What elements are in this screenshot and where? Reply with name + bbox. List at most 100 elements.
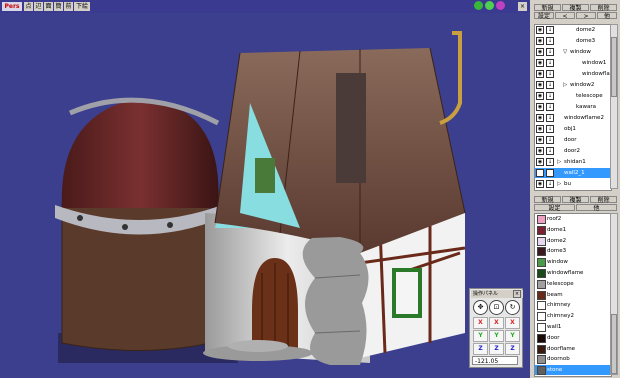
object-panel-button[interactable]: 複製: [562, 4, 589, 12]
lock-icon[interactable]: ↓: [546, 48, 554, 56]
object-scrollbar[interactable]: [610, 24, 618, 189]
visibility-icon[interactable]: ◉: [536, 114, 544, 122]
axis-x-button[interactable]: X: [505, 317, 520, 329]
material-item[interactable]: window: [535, 257, 611, 268]
tree-item[interactable]: ◉ ↓ telescope: [535, 91, 611, 101]
value-field[interactable]: -121.05: [472, 356, 518, 365]
scale-icon[interactable]: ⊡: [489, 300, 504, 315]
tree-item[interactable]: ◉ ↓ window1: [535, 58, 611, 68]
tree-item[interactable]: ◉ ↓ windowfla: [535, 69, 611, 79]
visibility-icon[interactable]: ◉: [536, 70, 544, 78]
visibility-icon[interactable]: ◉: [536, 180, 544, 188]
axis-y-button[interactable]: Y: [505, 330, 520, 342]
axis-z-button[interactable]: Z: [505, 343, 520, 355]
material-item[interactable]: door: [535, 333, 611, 343]
tree-item[interactable]: ◉ ↓ ▽ window: [535, 47, 611, 57]
material-item[interactable]: beam: [535, 290, 611, 300]
expand-icon[interactable]: ▷: [557, 179, 561, 189]
tree-item[interactable]: ◉ ↓ door: [535, 135, 611, 145]
object-panel-button[interactable]: <: [555, 12, 575, 20]
material-item[interactable]: doorflame: [535, 344, 611, 354]
expand-icon[interactable]: ▽: [563, 47, 567, 57]
close-icon[interactable]: ×: [518, 2, 527, 11]
tree-item[interactable]: ◉ ↓ door2: [535, 146, 611, 156]
object-panel-button[interactable]: >: [576, 12, 596, 20]
toolbar-button[interactable]: 点: [24, 2, 33, 11]
visibility-icon[interactable]: ◉: [536, 26, 544, 34]
material-scrollbar[interactable]: [610, 213, 618, 375]
lock-icon[interactable]: ↓: [546, 26, 554, 34]
visibility-icon[interactable]: ◉: [536, 48, 544, 56]
material-item[interactable]: chimney2: [535, 311, 611, 322]
material-panel-button[interactable]: 複製: [562, 196, 589, 204]
lock-icon[interactable]: ↓: [546, 59, 554, 67]
material-item[interactable]: wall1: [535, 322, 611, 332]
visibility-icon[interactable]: ◉: [536, 136, 544, 144]
visibility-icon[interactable]: ◉: [536, 169, 544, 177]
lock-icon[interactable]: ↓: [546, 103, 554, 111]
expand-icon[interactable]: ▷: [563, 80, 567, 90]
axis-y-button[interactable]: Y: [489, 330, 504, 342]
material-item[interactable]: dome2: [535, 236, 611, 246]
view-mode-button[interactable]: Pers: [2, 2, 22, 11]
lock-icon[interactable]: ↓: [546, 180, 554, 188]
visibility-icon[interactable]: ◉: [536, 125, 544, 133]
axis-y-button[interactable]: Y: [473, 330, 488, 342]
rotate-icon[interactable]: ↻: [505, 300, 520, 315]
lock-icon[interactable]: ↓: [546, 92, 554, 100]
tree-item[interactable]: ◉ ↓ ▷ bu: [535, 179, 611, 189]
material-panel-button[interactable]: 他: [576, 204, 617, 212]
tree-item[interactable]: ◉ ↓ ▷ shidan1: [535, 157, 611, 167]
tree-item[interactable]: ◉ ↓ dome2: [535, 25, 611, 35]
material-item[interactable]: roof2: [535, 214, 611, 224]
tree-item[interactable]: ◉ ↓ wall2_1: [535, 168, 611, 178]
axis-x-button[interactable]: X: [489, 317, 504, 329]
op-panel-close-button[interactable]: ×: [513, 290, 521, 298]
axis-x-button[interactable]: X: [473, 317, 488, 329]
material-item[interactable]: dome1: [535, 225, 611, 235]
tree-item[interactable]: ◉ ↓ obj1: [535, 124, 611, 134]
lock-icon[interactable]: ↓: [546, 125, 554, 133]
tree-item[interactable]: ◉ ↓ windowflame2: [535, 113, 611, 123]
lock-icon[interactable]: ↓: [546, 147, 554, 155]
material-panel-button[interactable]: 設定: [534, 204, 575, 212]
lock-icon[interactable]: ↓: [546, 136, 554, 144]
toolbar-button[interactable]: 辺: [34, 2, 43, 11]
rotate-view-icon[interactable]: [496, 1, 505, 10]
tree-item[interactable]: ◉ ↓ dome3: [535, 36, 611, 46]
expand-icon[interactable]: ▷: [557, 157, 561, 167]
material-item[interactable]: stone: [535, 365, 611, 376]
move-icon[interactable]: ✥: [473, 300, 488, 315]
axis-z-button[interactable]: Z: [489, 343, 504, 355]
material-panel-button[interactable]: 削除: [590, 196, 617, 204]
lock-icon[interactable]: ↓: [546, 114, 554, 122]
material-item[interactable]: dome3: [535, 246, 611, 257]
object-panel-button[interactable]: 設定: [534, 12, 554, 20]
lock-icon[interactable]: ↓: [546, 37, 554, 45]
visibility-icon[interactable]: ◉: [536, 158, 544, 166]
material-panel-button[interactable]: 新規: [534, 196, 561, 204]
3d-viewport[interactable]: 操作パネル × ✥ ⊡ ↻ XXXYYYZZZ -121.05: [0, 13, 530, 378]
zoom-view-icon[interactable]: [485, 1, 494, 10]
toolbar-button[interactable]: 簡: [54, 2, 63, 11]
toolbar-button[interactable]: 面: [44, 2, 53, 11]
material-item[interactable]: windowflame: [535, 268, 611, 278]
visibility-icon[interactable]: ◉: [536, 81, 544, 89]
object-panel-button[interactable]: 新規: [534, 4, 561, 12]
toolbar-button[interactable]: 前: [64, 2, 73, 11]
lock-icon[interactable]: ↓: [546, 158, 554, 166]
object-tree[interactable]: ◉ ↓ dome2 ◉ ↓ dome3 ◉ ↓ ▽ window ◉ ↓ window1 ◉ ↓ window…: [534, 24, 612, 191]
visibility-icon[interactable]: ◉: [536, 147, 544, 155]
lock-icon[interactable]: ↓: [546, 70, 554, 78]
material-item[interactable]: chimney: [535, 300, 611, 311]
object-panel-button[interactable]: 他: [597, 12, 617, 20]
lock-icon[interactable]: ↓: [546, 169, 554, 177]
lock-icon[interactable]: ↓: [546, 81, 554, 89]
material-item[interactable]: telescope: [535, 279, 611, 289]
object-panel-button[interactable]: 削除: [590, 4, 617, 12]
material-list[interactable]: roof2 dome1 dome2 dome3 window windowflame tel…: [534, 213, 612, 377]
visibility-icon[interactable]: ◉: [536, 37, 544, 45]
toolbar-button[interactable]: 下絵: [74, 2, 90, 11]
visibility-icon[interactable]: ◉: [536, 92, 544, 100]
tree-item[interactable]: ◉ ↓ ▷ window2: [535, 80, 611, 90]
